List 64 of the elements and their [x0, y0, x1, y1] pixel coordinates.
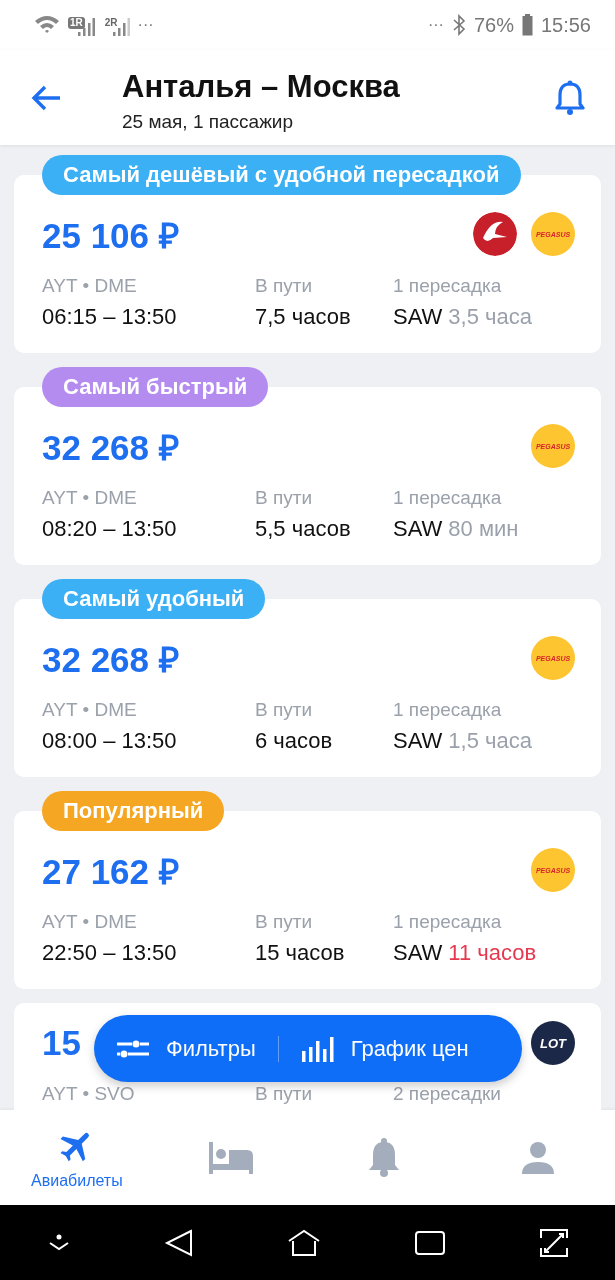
layover-duration: 3,5 часа [448, 304, 532, 330]
clock: 15:56 [540, 13, 591, 37]
stops-count: 2 пересадки [393, 1083, 501, 1105]
transfer-airport: SAW [393, 728, 443, 754]
offer-badge: Самый удобный [42, 579, 266, 619]
airline-logo [473, 212, 517, 256]
battery-level: 76% [473, 13, 514, 37]
more-indicator: ··· [427, 16, 444, 34]
airport-codes: AYT • SVO [42, 1083, 136, 1105]
offer-badge: Самый дешёвый с удобной пересадкой [42, 155, 521, 195]
bell-icon [367, 1137, 402, 1178]
filters-button[interactable]: Фильтры [116, 1035, 256, 1062]
flight-duration: 5,5 часов [255, 516, 352, 542]
duration-label: В пути [255, 275, 314, 297]
airport-codes: AYT • DME [42, 487, 138, 509]
fullscreen-icon[interactable] [538, 1227, 569, 1258]
flight-times: 06:15 – 13:50 [42, 304, 178, 330]
more-indicator: ··· [137, 16, 154, 34]
offer-badge: Популярный [42, 791, 225, 831]
duration-label: В пути [255, 699, 314, 721]
battery-icon [521, 14, 533, 36]
back-arrow-icon[interactable] [30, 83, 62, 112]
flight-duration: 15 часов [255, 940, 346, 966]
price: 32 268 ₽ [42, 638, 179, 681]
transfer-airport: SAW [393, 304, 443, 330]
price: 15 [42, 1023, 81, 1063]
bell-icon[interactable] [555, 79, 585, 116]
trip-details: 25 мая, 1 пассажир [122, 110, 295, 133]
route-title: Анталья – Москва [122, 68, 401, 105]
stops-count: 1 пересадка [393, 699, 503, 721]
transfer-airport: SAW [393, 516, 443, 542]
home-icon[interactable] [286, 1228, 321, 1257]
back-icon[interactable] [163, 1227, 194, 1258]
stops-count: 1 пересадка [393, 911, 503, 933]
stops-count: 1 пересадка [393, 275, 503, 297]
transfer-airport: SAW [393, 940, 443, 966]
flight-duration: 7,5 часов [255, 304, 352, 330]
airport-codes: AYT • DME [42, 275, 138, 297]
layover-duration: 11 часов [448, 940, 537, 966]
duration-label: В пути [255, 911, 314, 933]
price-chart-button[interactable]: График цен [300, 1035, 469, 1062]
bed-icon [206, 1139, 255, 1176]
sim-label: 2R [103, 17, 119, 29]
duration-label: В пути [255, 487, 314, 509]
airport-codes: AYT • DME [42, 911, 138, 933]
recent-apps-icon[interactable] [413, 1229, 446, 1256]
price: 32 268 ₽ [42, 426, 179, 469]
duration-label: В пути [255, 1083, 314, 1105]
flight-times: 22:50 – 13:50 [42, 940, 178, 966]
airline-logo: LOT [531, 1021, 575, 1065]
sim-label: 1R [68, 17, 85, 29]
flight-times: 08:00 – 13:50 [42, 728, 178, 754]
price: 25 106 ₽ [42, 214, 179, 257]
layover-duration: 80 мин [448, 516, 519, 542]
airport-codes: AYT • DME [42, 699, 138, 721]
bluetooth-icon [451, 14, 466, 36]
layover-duration: 1,5 часа [448, 728, 532, 754]
price: 27 162 ₽ [42, 850, 179, 893]
bar-chart-icon [300, 1035, 335, 1062]
flight-duration: 6 часов [255, 728, 334, 754]
offer-badge: Самый быстрый [42, 367, 269, 407]
flight-times: 08:20 – 13:50 [42, 516, 178, 542]
stops-count: 1 пересадка [393, 487, 503, 509]
person-icon [520, 1139, 557, 1176]
